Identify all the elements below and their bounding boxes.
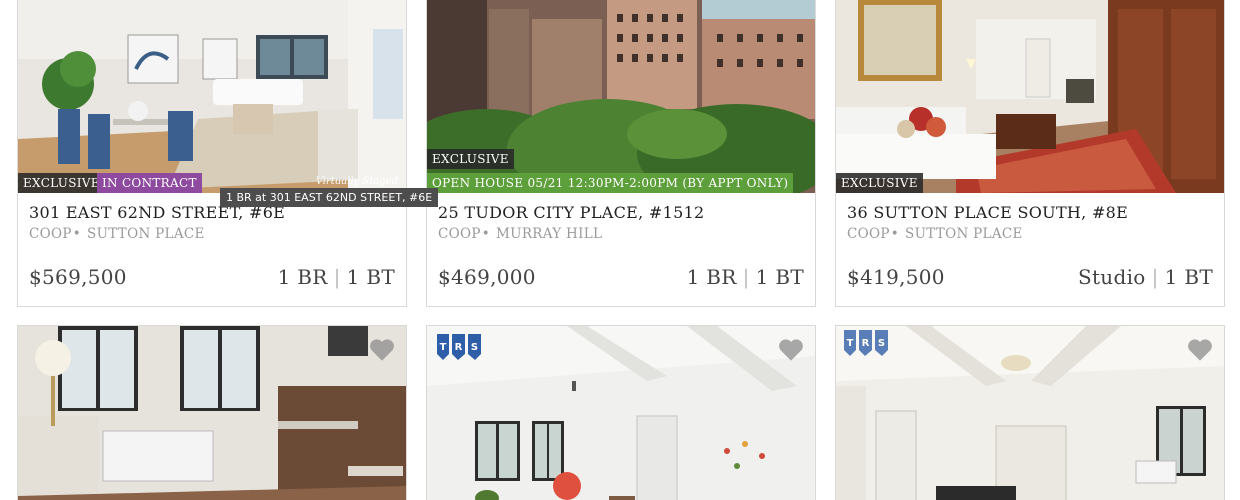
- rooms-separator: |: [1151, 265, 1159, 289]
- exclusive-badge: EXCLUSIVE: [427, 149, 514, 169]
- neighborhood: MURRAY HILL: [496, 226, 603, 242]
- svg-text:R: R: [862, 338, 870, 349]
- rooms-separator: |: [333, 265, 341, 289]
- favorite-heart-icon[interactable]: [368, 336, 396, 362]
- listing-price: $569,500: [29, 265, 127, 289]
- svg-text:R: R: [455, 342, 463, 353]
- listing-price: $419,500: [847, 265, 945, 289]
- trs-logo: T R S: [844, 330, 888, 356]
- listing-address[interactable]: 25 TUDOR CITY PLACE, #1512: [438, 203, 804, 222]
- listing-photo-4[interactable]: [18, 326, 406, 500]
- property-type: COOP: [847, 226, 890, 242]
- apartment-interior-photo: [836, 0, 1224, 193]
- exclusive-badge: EXCLUSIVE: [836, 173, 923, 193]
- empty-room-photo: [427, 326, 815, 500]
- bedroom-photo: [836, 326, 1224, 500]
- baths: 1 BT: [755, 265, 804, 289]
- listing-card-3[interactable]: EXCLUSIVE 36 SUTTON PLACE SOUTH, #8E COO…: [835, 0, 1225, 307]
- bedrooms: Studio: [1077, 265, 1146, 289]
- svg-text:T: T: [440, 342, 447, 353]
- listing-info-2: 25 TUDOR CITY PLACE, #1512 COOP• MURRAY H…: [427, 193, 815, 306]
- virtually-staged-watermark: Virtually Staged: [315, 176, 398, 187]
- property-type: COOP: [29, 226, 72, 242]
- bedrooms: 1 BR: [686, 265, 737, 289]
- listing-card-1[interactable]: EXCLUSIVE IN CONTRACT Virtually Staged 3…: [17, 0, 407, 307]
- listing-rooms: 1 BR | 1 BT: [687, 265, 804, 289]
- open-house-badge: OPEN HOUSE 05/21 12:30PM-2:00PM (BY APPT…: [427, 173, 794, 193]
- listing-tooltip: 1 BR at 301 EAST 62ND STREET, #6E: [220, 188, 439, 207]
- separator-dot: •: [72, 226, 82, 242]
- neighborhood: SUTTON PLACE: [87, 226, 205, 242]
- listing-card-5[interactable]: T R S: [426, 325, 816, 500]
- property-type: COOP: [438, 226, 481, 242]
- listing-photo-1[interactable]: EXCLUSIVE IN CONTRACT Virtually Staged: [18, 0, 406, 193]
- listing-meta: COOP• MURRAY HILL: [438, 226, 804, 242]
- trs-logo: T R S: [437, 334, 481, 360]
- listing-card-4[interactable]: [17, 325, 407, 500]
- listing-photo-2[interactable]: EXCLUSIVE OPEN HOUSE 05/21 12:30PM-2:00P…: [427, 0, 815, 193]
- listing-address[interactable]: 36 SUTTON PLACE SOUTH, #8E: [847, 203, 1213, 222]
- svg-text:T: T: [847, 338, 854, 349]
- in-contract-badge: IN CONTRACT: [97, 173, 202, 193]
- bedrooms: 1 BR: [277, 265, 328, 289]
- rooms-separator: |: [742, 265, 750, 289]
- listing-rooms: 1 BR | 1 BT: [278, 265, 395, 289]
- favorite-heart-icon[interactable]: [777, 336, 805, 362]
- favorite-heart-icon[interactable]: [1186, 336, 1214, 362]
- listing-meta: COOP• SUTTON PLACE: [847, 226, 1213, 242]
- listing-card-6[interactable]: T R S: [835, 325, 1225, 500]
- studio-interior-photo: [18, 326, 406, 500]
- exclusive-badge: EXCLUSIVE: [18, 173, 105, 193]
- listing-price: $469,000: [438, 265, 536, 289]
- separator-dot: •: [481, 226, 491, 242]
- listing-rooms: Studio | 1 BT: [1078, 265, 1213, 289]
- svg-text:S: S: [471, 342, 478, 353]
- listing-photo-3[interactable]: EXCLUSIVE: [836, 0, 1224, 193]
- separator-dot: •: [890, 226, 900, 242]
- neighborhood: SUTTON PLACE: [905, 226, 1023, 242]
- baths: 1 BT: [1164, 265, 1213, 289]
- baths: 1 BT: [346, 265, 395, 289]
- listing-photo-5[interactable]: T R S: [427, 326, 815, 500]
- listing-meta: COOP• SUTTON PLACE: [29, 226, 395, 242]
- listing-card-2[interactable]: EXCLUSIVE OPEN HOUSE 05/21 12:30PM-2:00P…: [426, 0, 816, 307]
- living-room-photo: [18, 0, 406, 193]
- listing-info-1: 301 EAST 62ND STREET, #6E COOP• SUTTON PL…: [18, 193, 406, 306]
- listing-photo-6[interactable]: T R S: [836, 326, 1224, 500]
- svg-text:S: S: [878, 338, 885, 349]
- listing-info-3: 36 SUTTON PLACE SOUTH, #8E COOP• SUTTON P…: [836, 193, 1224, 306]
